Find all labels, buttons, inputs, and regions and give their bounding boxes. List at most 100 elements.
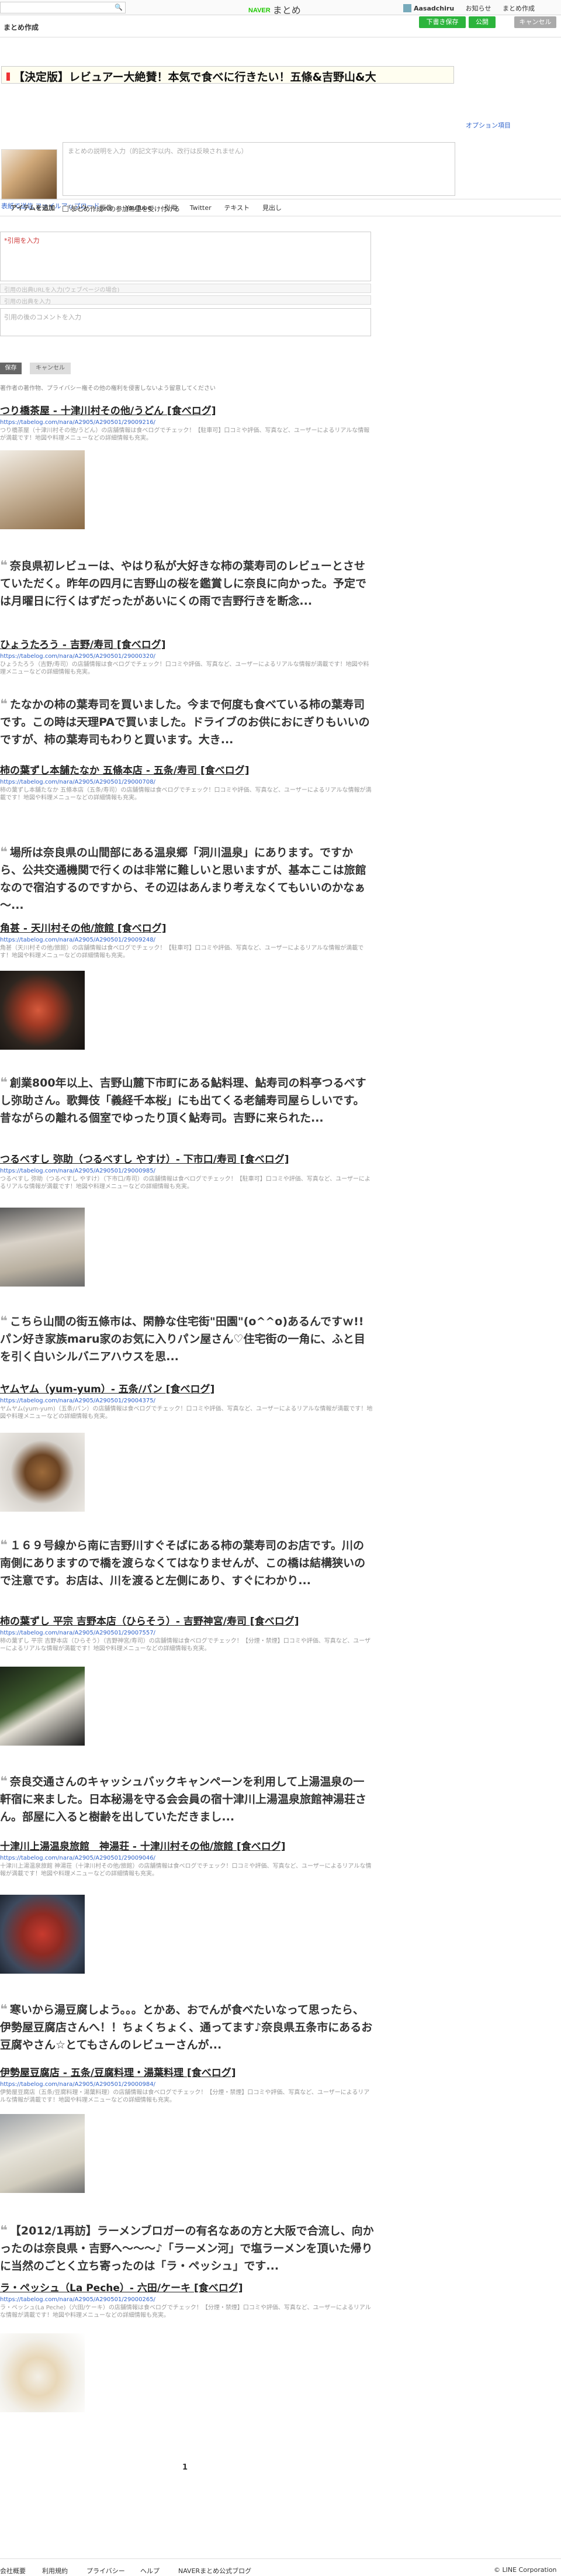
flag-icon bbox=[6, 73, 10, 81]
link-title[interactable]: 十津川上湯温泉旅館 神湯荘 - 十津川村その他/旅館 [食べログ] bbox=[0, 1839, 374, 1854]
site-logo[interactable]: NAVER まとめ bbox=[248, 2, 301, 16]
publish-button[interactable]: 公開 bbox=[469, 16, 496, 28]
link-item: 柿の葉ずし本舗たなか 五條本店 - 五条/寿司 [食べログ] https://t… bbox=[0, 763, 374, 802]
footer-link-help[interactable]: ヘルプ bbox=[140, 2566, 160, 2575]
link-description: 角甚（天川村その他/旅館）の店舗情報は食べログでチェック！【駐車可】口コミや評価… bbox=[0, 945, 364, 959]
tab-text[interactable]: テキスト bbox=[224, 199, 250, 217]
cancel-button[interactable]: キャンセル bbox=[514, 16, 556, 28]
link-title[interactable]: 柿の葉ずし本舗たなか 五條本店 - 五条/寿司 [食べログ] bbox=[0, 763, 374, 778]
link-title[interactable]: 柿の葉ずし 平宗 吉野本店（ひらそう）- 吉野神宮/寿司 [食べログ] bbox=[0, 1614, 374, 1629]
source-title-input[interactable]: 引用の出典を入力 bbox=[0, 295, 371, 305]
link-image[interactable] bbox=[0, 1433, 85, 1512]
quote-item: ❝ たなかの柿の葉寿司を買いました。今まで何度も食べている柿の葉寿司です。この時は… bbox=[0, 696, 374, 749]
link-image[interactable] bbox=[0, 1667, 85, 1746]
tab-add-item[interactable]: アイテムを追加 bbox=[11, 199, 55, 217]
link-item: ひょうたろう - 吉野/寿司 [食べログ] https://tabelog.co… bbox=[0, 637, 374, 676]
search-icon[interactable]: 🔍 bbox=[115, 4, 123, 11]
link-url[interactable]: https://tabelog.com/nara/A2905/A290501/2… bbox=[0, 2081, 374, 2089]
tab-twitter[interactable]: Twitter bbox=[190, 199, 212, 217]
footer-link-privacy[interactable]: プライバシー bbox=[86, 2566, 125, 2575]
quote-text: ❝ 【2012/1再訪】ラーメンブロガーの有名なあの方と大阪で合流し、向かったのは… bbox=[0, 2223, 374, 2272]
comment-input[interactable]: 引用の後のコメントを入力 bbox=[0, 308, 371, 336]
link-title[interactable]: 角甚 - 天川村その他/旅館 [食べログ] bbox=[0, 921, 374, 936]
tab-image[interactable]: 画像 bbox=[100, 199, 113, 217]
nav-notices[interactable]: お知らせ bbox=[466, 5, 491, 12]
option-link[interactable]: オプション項目 bbox=[466, 120, 511, 130]
quote-icon: ❝ bbox=[0, 1314, 8, 1329]
footer-link-company[interactable]: 会社概要 bbox=[0, 2566, 26, 2575]
link-image[interactable] bbox=[0, 1208, 85, 1287]
save-draft-button[interactable]: 下書き保存 bbox=[419, 16, 466, 28]
quote-icon: ❝ bbox=[0, 2002, 8, 2017]
link-image[interactable] bbox=[0, 2114, 85, 2193]
link-image[interactable] bbox=[0, 2333, 85, 2412]
link-url[interactable]: https://tabelog.com/nara/A2905/A290501/2… bbox=[0, 2296, 374, 2304]
quote-text: ❝ １６９号線から南に吉野川すぐそばにある柿の葉寿司のお店です。川の南側にあります… bbox=[0, 1538, 366, 1587]
link-image[interactable] bbox=[0, 450, 85, 529]
tab-heading[interactable]: 見出し bbox=[262, 199, 282, 217]
link-description: 十津川上湯温泉旅館 神湯荘（十津川村その他/旅館）の店舗情報は食べログでチェック… bbox=[0, 1863, 372, 1877]
link-item: つるべすし 弥助（つるべすし やすけ）- 下市口/寿司 [食べログ] https… bbox=[0, 1152, 374, 1191]
copyright: © LINE Corporation bbox=[494, 2566, 557, 2574]
link-title[interactable]: つり橋茶屋 - 十津川村その他/うどん [食べログ] bbox=[0, 404, 374, 419]
quote-text: ❝ 寒いから湯豆腐しよう。。。とかあ、おでんが食べたいなって思ったら、伊勢屋豆腐店… bbox=[0, 2002, 373, 2051]
title-input[interactable]: 【決定版】レビュアー大絶賛！本気で食べに行きたい！五條&吉野山&大 bbox=[1, 66, 454, 84]
cancel-item-button[interactable]: キャンセル bbox=[30, 363, 71, 374]
search-input[interactable]: 🔍 bbox=[0, 2, 126, 13]
quote-icon: ❝ bbox=[0, 2223, 8, 2238]
link-url[interactable]: https://tabelog.com/nara/A2905/A290501/2… bbox=[0, 1397, 374, 1405]
link-description: つり橋茶屋（十津川村その他/うどん）の店舗情報は食べログでチェック！【駐車可】口… bbox=[0, 427, 370, 442]
quote-item: ❝ 場所は奈良県の山間部にある温泉郷「洞川温泉」にあります。ですから、公共交通機関… bbox=[0, 844, 374, 914]
footer-link-blog[interactable]: NAVERまとめ公式ブログ bbox=[178, 2566, 251, 2575]
link-title[interactable]: つるべすし 弥助（つるべすし やすけ）- 下市口/寿司 [食べログ] bbox=[0, 1152, 374, 1167]
link-title[interactable]: ヤムヤム（yum-yum）- 五条/パン [食べログ] bbox=[0, 1382, 374, 1397]
link-item: ラ・ペッシュ（La Peche）- 六田/ケーキ [食べログ] https://… bbox=[0, 2281, 374, 2319]
user-link[interactable]: Aasadchiru bbox=[403, 4, 454, 12]
link-url[interactable]: https://tabelog.com/nara/A2905/A290501/2… bbox=[0, 1629, 374, 1637]
quote-item: ❝ こちら山間の街五條市は、閑静な住宅街"田園"(o^^o)あるんですｗ!!パン好… bbox=[0, 1313, 374, 1365]
quote-icon: ❝ bbox=[0, 558, 8, 573]
link-title[interactable]: 伊勢屋豆腐店 - 五条/豆腐料理・湯葉料理 [食べログ] bbox=[0, 2065, 374, 2081]
quote-text: ❝ 奈良交通さんのキャッシュバックキャンペーンを利用して上湯温泉の一軒宿に来ました… bbox=[0, 1774, 367, 1823]
user-menu: Aasadchiru お知らせ まとめ作成 bbox=[403, 4, 544, 13]
page-number[interactable]: 1 bbox=[182, 2463, 188, 2472]
link-image[interactable] bbox=[0, 1895, 85, 1974]
link-url[interactable]: https://tabelog.com/nara/A2905/A290501/2… bbox=[0, 419, 374, 427]
quote-form: *引用を入力 引用の出典URLを入力(ウェブページの場合) 引用の出典を入力 引… bbox=[0, 232, 371, 336]
footer-link-terms[interactable]: 利用規約 bbox=[42, 2566, 68, 2575]
link-url[interactable]: https://tabelog.com/nara/A2905/A290501/2… bbox=[0, 778, 374, 787]
link-description: つるべすし 弥助（つるべすし やすけ）（下市口/寿司）の店舗情報は食べログでチェ… bbox=[0, 1176, 371, 1190]
quote-text: ❝ 奈良県初レビューは、やはり私が大好きな柿の葉寿司のレビューとさせていただく。昨… bbox=[0, 558, 367, 608]
link-url[interactable]: https://tabelog.com/nara/A2905/A290501/2… bbox=[0, 1167, 374, 1175]
quote-item: ❝ 創業800年以上、吉野山麓下市町にある鮎料理、鮎寿司の料亭つるべすし弥助さん。… bbox=[0, 1074, 374, 1127]
link-description: 柿の葉ずし 平宗 吉野本店（ひらそう）（吉野神宮/寿司）の店舗情報は食べログでチ… bbox=[0, 1638, 371, 1652]
link-url[interactable]: https://tabelog.com/nara/A2905/A290501/2… bbox=[0, 653, 374, 661]
link-url[interactable]: https://tabelog.com/nara/A2905/A290501/2… bbox=[0, 936, 374, 944]
footer: 会社概要 利用規約 プライバシー ヘルプ NAVERまとめ公式ブログ © LIN… bbox=[0, 2558, 561, 2576]
link-item: 十津川上湯温泉旅館 神湯荘 - 十津川村その他/旅館 [食べログ] https:… bbox=[0, 1839, 374, 1878]
quote-icon: ❝ bbox=[0, 1774, 8, 1789]
quote-input[interactable]: *引用を入力 bbox=[0, 232, 371, 281]
link-title[interactable]: ひょうたろう - 吉野/寿司 [食べログ] bbox=[0, 637, 374, 653]
source-url-input[interactable]: 引用の出典URLを入力(ウェブページの場合) bbox=[0, 284, 371, 294]
quote-item: ❝ １６９号線から南に吉野川すぐそばにある柿の葉寿司のお店です。川の南側にあります… bbox=[0, 1537, 374, 1589]
tab-quote[interactable]: 引用 bbox=[164, 199, 177, 217]
quote-icon: ❝ bbox=[0, 1538, 8, 1553]
tab-link[interactable]: リンク bbox=[68, 199, 87, 217]
link-title[interactable]: ラ・ペッシュ（La Peche）- 六田/ケーキ [食べログ] bbox=[0, 2281, 374, 2296]
quote-text: ❝ 場所は奈良県の山間部にある温泉郷「洞川温泉」にあります。ですから、公共交通機関… bbox=[0, 845, 366, 912]
link-item: つり橋茶屋 - 十津川村その他/うどん [食べログ] https://tabel… bbox=[0, 404, 374, 442]
nav-create[interactable]: まとめ作成 bbox=[503, 5, 535, 12]
item-tabs: アイテムを追加 リンク 画像 YouTube 引用 Twitter テキスト 見… bbox=[0, 199, 561, 216]
save-item-button[interactable]: 保存 bbox=[0, 363, 22, 374]
link-url[interactable]: https://tabelog.com/nara/A2905/A290501/2… bbox=[0, 1854, 374, 1863]
link-item: 伊勢屋豆腐店 - 五条/豆腐料理・湯葉料理 [食べログ] https://tab… bbox=[0, 2065, 374, 2104]
quote-item: ❝ 奈良交通さんのキャッシュバックキャンペーンを利用して上湯温泉の一軒宿に来ました… bbox=[0, 1773, 374, 1826]
page-title: まとめ作成 bbox=[4, 23, 39, 32]
description-input[interactable]: まとめの説明を入力（的記文字以内、改行は反映されません） bbox=[63, 142, 455, 196]
link-description: ヤムヤム(yum-yum)（五条/パン）の店舗情報は食べログでチェック！口コミや… bbox=[0, 1406, 373, 1420]
thumbnail-image[interactable] bbox=[1, 149, 57, 200]
link-image[interactable] bbox=[0, 971, 85, 1050]
quote-icon: ❝ bbox=[0, 1075, 8, 1090]
tab-youtube[interactable]: YouTube bbox=[125, 199, 151, 217]
